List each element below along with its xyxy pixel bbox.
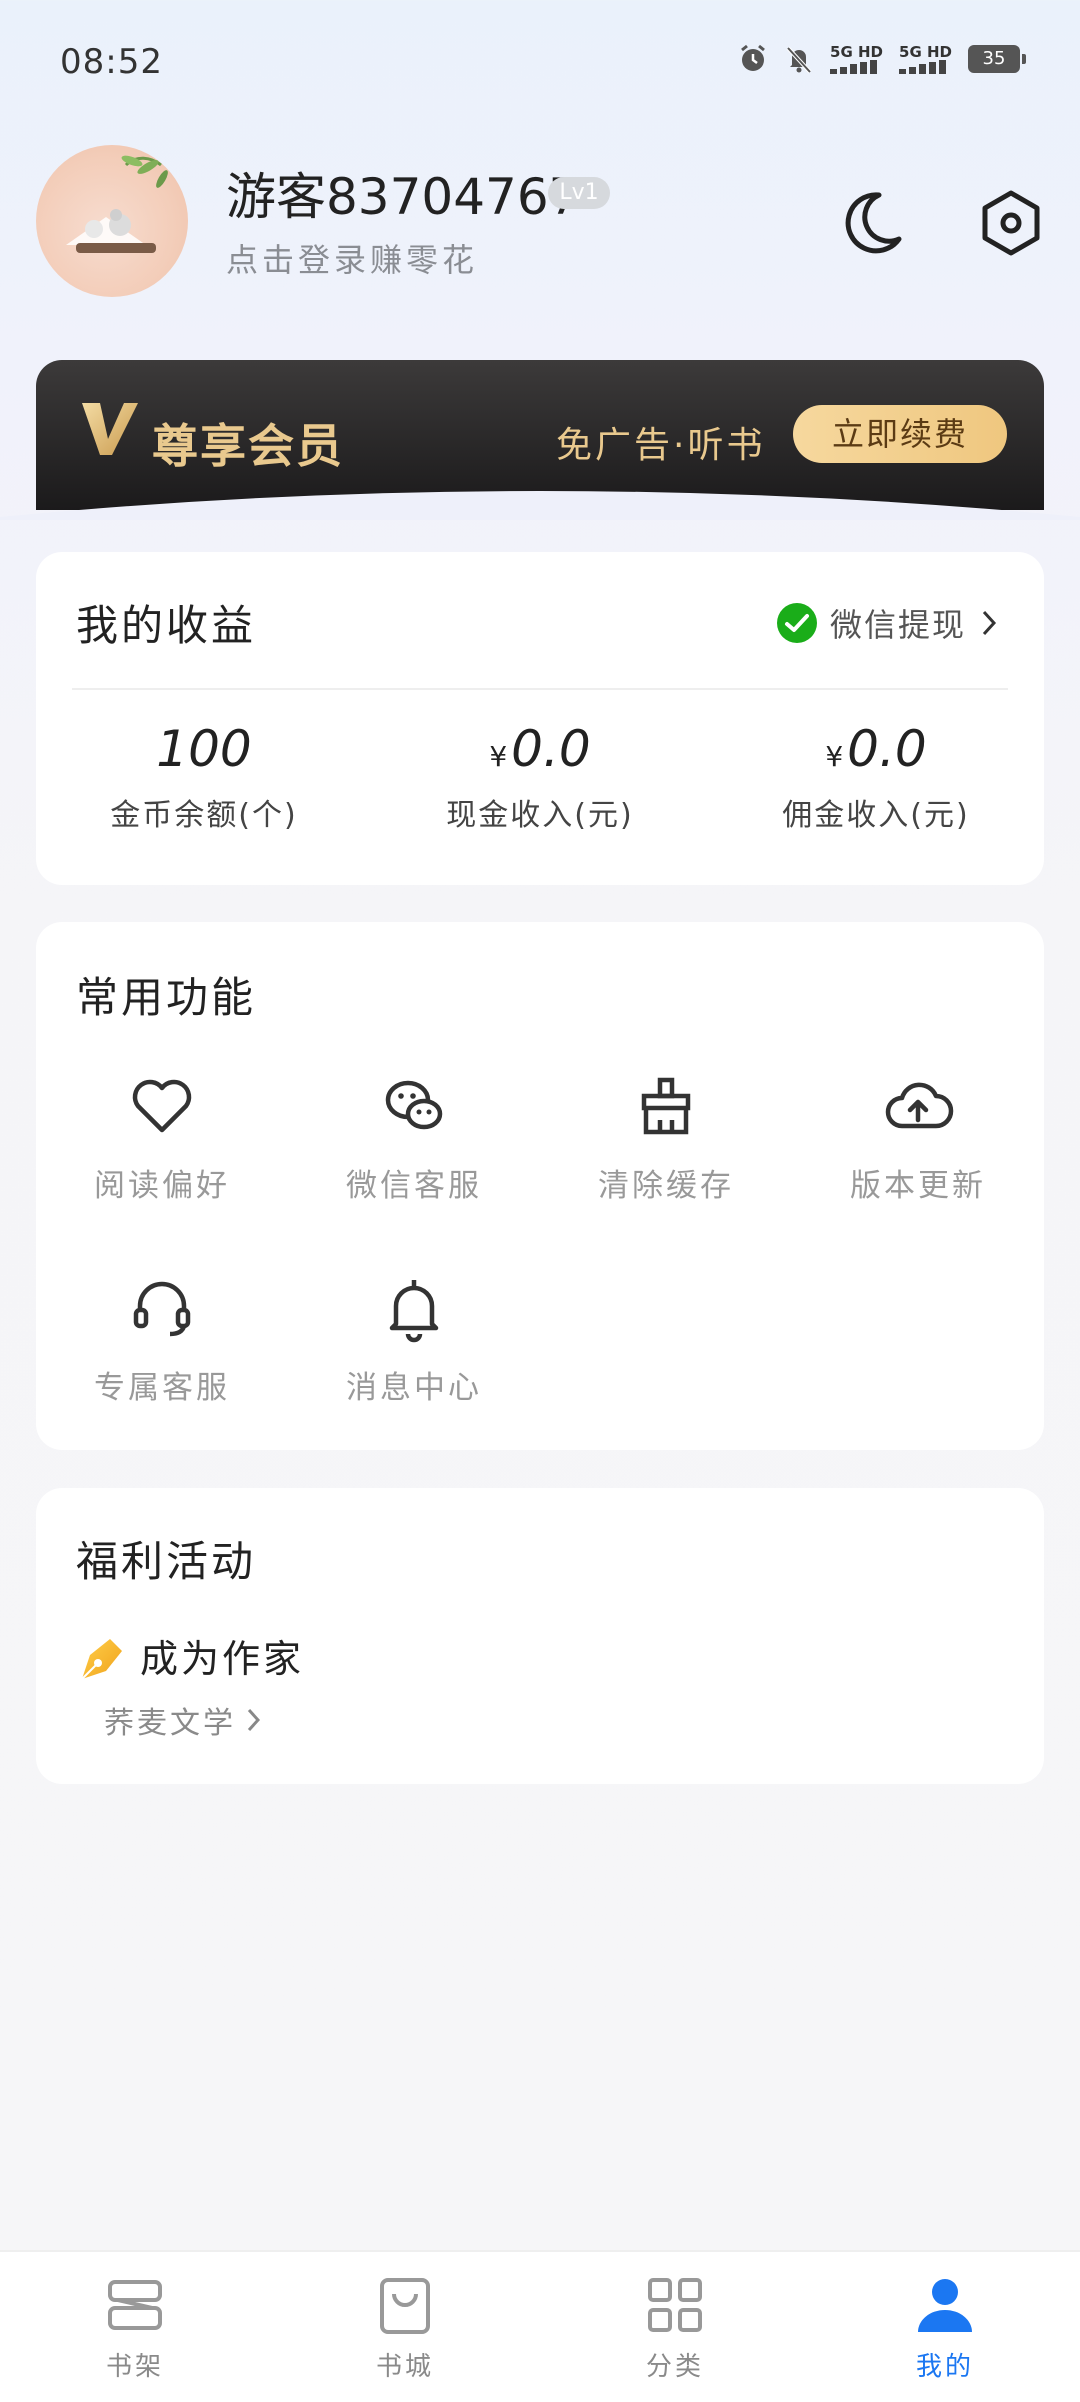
welfare-title: 福利活动 (76, 1537, 257, 1586)
withdraw-label: 微信提现 (829, 606, 966, 644)
level-badge: Lv1 (548, 177, 610, 209)
network-2-label: 5G HD (899, 43, 952, 61)
wechat-service-label: 微信客服 (346, 1168, 482, 1204)
status-bar: 08:52 5G HD 5G HD 35 (0, 0, 1080, 130)
status-time: 08:52 (60, 42, 163, 82)
wechat-icon (385, 1080, 443, 1130)
vip-curve-divider (0, 491, 1080, 520)
become-author-title[interactable]: 成为作家 (140, 1628, 304, 1683)
wechat-service-button[interactable]: 微信客服 (288, 1070, 540, 1205)
network-1-label: 5G HD (830, 43, 884, 61)
version-update-button[interactable]: 版本更新 (792, 1070, 1044, 1205)
bookstore-icon (380, 2278, 430, 2334)
vip-perks: 免广告·听书 (556, 425, 766, 466)
nav-bookshelf-label: 书架 (105, 2352, 164, 2382)
reading-preference-label: 阅读偏好 (94, 1168, 230, 1204)
status-icons: 5G HD 5G HD 35 (738, 44, 1026, 74)
login-hint[interactable]: 点击登录赚零花 (226, 235, 478, 281)
cash-income-label: 现金收入(元) (446, 798, 634, 833)
coin-balance-value: 100 (156, 720, 252, 778)
earnings-divider (72, 688, 1008, 690)
wechat-pay-icon (776, 603, 817, 643)
commission-income[interactable]: ¥0.0 佣金收入(元) (708, 720, 1044, 834)
cash-income-value: 0.0 (511, 720, 591, 778)
broom-icon (641, 1077, 691, 1135)
profile-icon (918, 2279, 972, 2332)
category-icon (648, 2278, 702, 2332)
settings-icon (982, 190, 1040, 256)
coin-balance[interactable]: 100 金币余额(个) (36, 720, 372, 834)
nav-mine-label: 我的 (915, 2352, 974, 2382)
commission-income-label: 佣金收入(元) (782, 798, 970, 833)
chevron-right-icon (247, 1708, 261, 1732)
alarm-icon (738, 44, 768, 74)
reading-preference-button[interactable]: 阅读偏好 (36, 1070, 288, 1205)
message-center-label: 消息中心 (346, 1370, 482, 1406)
bottom-navigation: 书架 书城 分类 我的 (0, 2250, 1080, 2402)
message-center-button[interactable]: 消息中心 (288, 1272, 540, 1407)
nav-category-label: 分类 (645, 2352, 704, 2382)
renew-button[interactable]: 立即续费 (793, 405, 1007, 463)
pen-nib-icon (81, 1639, 122, 1680)
vip-title: 尊享会员 (152, 419, 344, 473)
signal-1-icon: 5G HD (830, 44, 883, 74)
settings-button[interactable] (971, 183, 1051, 263)
cash-income[interactable]: ¥0.0 现金收入(元) (372, 720, 708, 834)
clear-cache-button[interactable]: 清除缓存 (540, 1070, 792, 1205)
coin-balance-label: 金币余额(个) (110, 798, 298, 833)
wechat-withdraw-link[interactable]: 微信提现 (776, 600, 1000, 646)
moon-icon (845, 192, 902, 254)
earnings-card: 我的收益 微信提现 100 金币余额(个) ¥0.0 现金收入(元) ¥0.0 … (36, 552, 1044, 885)
vip-banner[interactable]: 尊享会员 免广告·听书 立即续费 (0, 355, 1080, 520)
signal-2-icon: 5G HD (899, 44, 952, 74)
profile-header: 游客83704767 Lv1 点击登录赚零花 (36, 145, 1046, 305)
heart-icon (132, 1079, 192, 1133)
nav-bookstore-label: 书城 (375, 2352, 434, 2382)
battery-icon: 35 (968, 45, 1026, 73)
username[interactable]: 游客83704767 (226, 157, 581, 229)
functions-title: 常用功能 (76, 973, 257, 1022)
exclusive-service-label: 专属客服 (94, 1370, 230, 1406)
become-author-link[interactable]: 荞麦文学 (104, 1698, 264, 1742)
bookshelf-icon (108, 2280, 162, 2330)
functions-card: 常用功能 阅读偏好 微信客服 清除缓存 版本更新 专属客服 消息中心 (36, 922, 1044, 1450)
night-mode-button[interactable] (831, 183, 911, 263)
clear-cache-label: 清除缓存 (598, 1168, 734, 1204)
yen-symbol: ¥ (825, 740, 844, 773)
avatar[interactable] (36, 145, 188, 297)
chevron-right-icon (982, 610, 997, 636)
become-author-link-label: 荞麦文学 (104, 1706, 236, 1741)
exclusive-service-button[interactable]: 专属客服 (36, 1272, 288, 1407)
vip-logo-icon (82, 403, 138, 455)
version-update-label: 版本更新 (850, 1168, 986, 1204)
headset-icon (133, 1281, 191, 1337)
nav-bookshelf[interactable]: 书架 (45, 2272, 225, 2383)
nav-bookstore[interactable]: 书城 (315, 2272, 495, 2383)
welfare-card: 福利活动 成为作家 荞麦文学 (36, 1488, 1044, 1784)
bell-icon (389, 1280, 439, 1343)
nav-category[interactable]: 分类 (585, 2272, 765, 2383)
cloud-upload-icon (885, 1082, 954, 1129)
yen-symbol: ¥ (489, 740, 508, 773)
mute-bell-icon (784, 44, 814, 74)
commission-income-value: 0.0 (847, 720, 927, 778)
earnings-title: 我的收益 (76, 601, 257, 650)
nav-mine[interactable]: 我的 (855, 2272, 1035, 2383)
